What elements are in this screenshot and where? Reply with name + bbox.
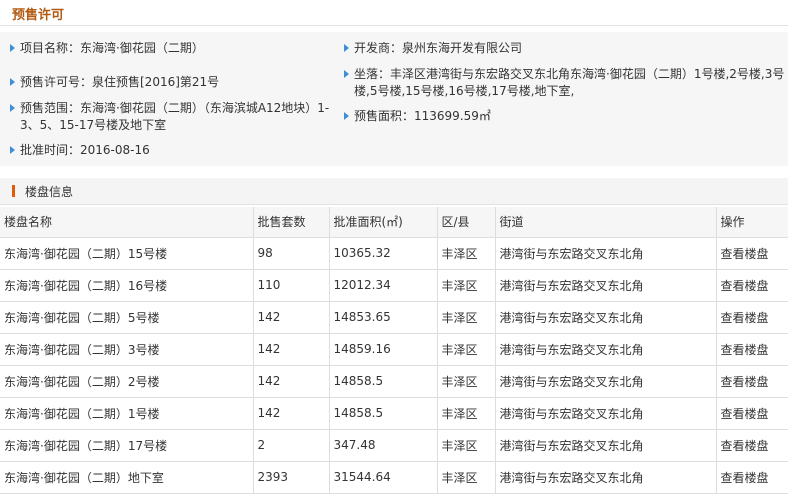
- column-header-district: 区/县: [437, 207, 496, 238]
- table-row: 东海湾·御花园（二期）5号楼 142 14853.65 丰泽区 港湾街与东宏路交…: [0, 301, 788, 334]
- table-header-row: 楼盘名称 批售套数 批准面积(㎡) 区/县 街道 操作: [0, 207, 788, 238]
- building-name: 东海湾·御花园（二期）3号楼: [0, 333, 254, 366]
- permit-info-panel: 项目名称：东海湾·御花园（二期） 开发商：泉州东海开发有限公司 预售许可号：泉住…: [0, 32, 788, 166]
- district: 丰泽区: [437, 461, 496, 494]
- view-building-link[interactable]: 查看楼盘: [716, 333, 788, 366]
- table-row: 东海湾·御花园（二期）2号楼 142 14858.5 丰泽区 港湾街与东宏路交叉…: [0, 365, 788, 398]
- street: 港湾街与东宏路交叉东北角: [495, 333, 717, 366]
- building-name: 东海湾·御花园（二期）17号楼: [0, 429, 254, 462]
- section-title: 楼盘信息: [25, 185, 74, 199]
- approved-units: 142: [253, 365, 330, 398]
- table-row: 东海湾·御花园（二期）3号楼 142 14859.16 丰泽区 港湾街与东宏路交…: [0, 333, 788, 366]
- street: 港湾街与东宏路交叉东北角: [495, 237, 717, 270]
- approved-area: 31544.64: [329, 461, 438, 494]
- approval-date-text: 批准时间：2016-08-16: [20, 143, 150, 157]
- building-name: 东海湾·御花园（二期）15号楼: [0, 237, 254, 270]
- location-text: 坐落：丰泽区港湾街与东宏路交叉东北角东海湾·御花园（二期）1号楼,2号楼,3号楼…: [354, 67, 785, 98]
- building-info-header: 楼盘信息: [0, 178, 788, 205]
- table-row: 东海湾·御花园（二期）15号楼 98 10365.32 丰泽区 港湾街与东宏路交…: [0, 237, 788, 270]
- triangle-right-icon: [344, 44, 349, 52]
- triangle-right-icon: [344, 112, 349, 120]
- approved-area: 12012.34: [329, 269, 438, 302]
- view-building-link[interactable]: 查看楼盘: [716, 461, 788, 494]
- district: 丰泽区: [437, 397, 496, 430]
- view-building-link[interactable]: 查看楼盘: [716, 301, 788, 334]
- view-building-link[interactable]: 查看楼盘: [716, 269, 788, 302]
- approved-units: 142: [253, 333, 330, 366]
- approved-units: 2393: [253, 461, 330, 494]
- column-header-street: 街道: [495, 207, 717, 238]
- approved-units: 142: [253, 301, 330, 334]
- view-building-link[interactable]: 查看楼盘: [716, 397, 788, 430]
- project-name-text: 项目名称：东海湾·御花园（二期）: [20, 41, 204, 55]
- approved-area: 10365.32: [329, 237, 438, 270]
- developer-text: 开发商：泉州东海开发有限公司: [354, 41, 523, 55]
- view-building-link[interactable]: 查看楼盘: [716, 429, 788, 462]
- view-building-link[interactable]: 查看楼盘: [716, 365, 788, 398]
- info-project-name: 项目名称：东海湾·御花园（二期）: [10, 40, 340, 57]
- info-approval-date: 批准时间：2016-08-16: [10, 142, 340, 159]
- table-row: 东海湾·御花园（二期）地下室 2393 31544.64 丰泽区 港湾街与东宏路…: [0, 461, 788, 494]
- triangle-right-icon: [10, 78, 15, 86]
- building-name: 东海湾·御花园（二期）16号楼: [0, 269, 254, 302]
- info-permit-number: 预售许可号：泉住预售[2016]第21号: [10, 74, 340, 91]
- district: 丰泽区: [437, 269, 496, 302]
- building-name: 东海湾·御花园（二期）地下室: [0, 461, 254, 494]
- scope-text: 预售范围：东海湾·御花园（二期）（东海滨城A12地块）1-3、5、15-17号楼…: [20, 101, 330, 132]
- info-developer: 开发商：泉州东海开发有限公司: [344, 40, 784, 57]
- table-row: 东海湾·御花园（二期）16号楼 110 12012.34 丰泽区 港湾街与东宏路…: [0, 269, 788, 302]
- approved-area: 14853.65: [329, 301, 438, 334]
- info-scope: 预售范围：东海湾·御花园（二期）（东海滨城A12地块）1-3、5、15-17号楼…: [10, 100, 336, 134]
- building-table: 楼盘名称 批售套数 批准面积(㎡) 区/县 街道 操作 东海湾·御花园（二期）1…: [0, 207, 788, 494]
- column-header-area: 批准面积(㎡): [329, 207, 438, 238]
- section-marker: [12, 185, 15, 197]
- approved-area: 14858.5: [329, 365, 438, 398]
- view-building-link[interactable]: 查看楼盘: [716, 237, 788, 270]
- building-name: 东海湾·御花园（二期）2号楼: [0, 365, 254, 398]
- district: 丰泽区: [437, 429, 496, 462]
- triangle-right-icon: [10, 104, 15, 112]
- approved-units: 110: [253, 269, 330, 302]
- street: 港湾街与东宏路交叉东北角: [495, 397, 717, 430]
- permit-number-text: 预售许可号：泉住预售[2016]第21号: [20, 75, 220, 89]
- district: 丰泽区: [437, 365, 496, 398]
- column-header-action: 操作: [716, 207, 788, 238]
- table-row: 东海湾·御花园（二期）17号楼 2 347.48 丰泽区 港湾街与东宏路交叉东北…: [0, 429, 788, 462]
- title-divider: [0, 25, 788, 26]
- approved-area: 14858.5: [329, 397, 438, 430]
- info-area: 预售面积：113699.59㎡: [344, 108, 784, 125]
- district: 丰泽区: [437, 333, 496, 366]
- approved-units: 2: [253, 429, 330, 462]
- street: 港湾街与东宏路交叉东北角: [495, 365, 717, 398]
- triangle-right-icon: [10, 44, 15, 52]
- street: 港湾街与东宏路交叉东北角: [495, 429, 717, 462]
- building-name: 东海湾·御花园（二期）1号楼: [0, 397, 254, 430]
- approved-area: 14859.16: [329, 333, 438, 366]
- area-text: 预售面积：113699.59㎡: [354, 109, 491, 123]
- building-name: 东海湾·御花园（二期）5号楼: [0, 301, 254, 334]
- column-header-name: 楼盘名称: [0, 207, 254, 238]
- approved-units: 142: [253, 397, 330, 430]
- triangle-right-icon: [344, 70, 349, 78]
- district: 丰泽区: [437, 237, 496, 270]
- district: 丰泽区: [437, 301, 496, 334]
- street: 港湾街与东宏路交叉东北角: [495, 301, 717, 334]
- street: 港湾街与东宏路交叉东北角: [495, 461, 717, 494]
- page-title: 预售许可: [12, 8, 65, 23]
- column-header-units: 批售套数: [253, 207, 330, 238]
- table-row: 东海湾·御花园（二期）1号楼 142 14858.5 丰泽区 港湾街与东宏路交叉…: [0, 397, 788, 430]
- street: 港湾街与东宏路交叉东北角: [495, 269, 717, 302]
- triangle-right-icon: [10, 146, 15, 154]
- approved-units: 98: [253, 237, 330, 270]
- info-location: 坐落：丰泽区港湾街与东宏路交叉东北角东海湾·御花园（二期）1号楼,2号楼,3号楼…: [344, 66, 786, 100]
- approved-area: 347.48: [329, 429, 438, 462]
